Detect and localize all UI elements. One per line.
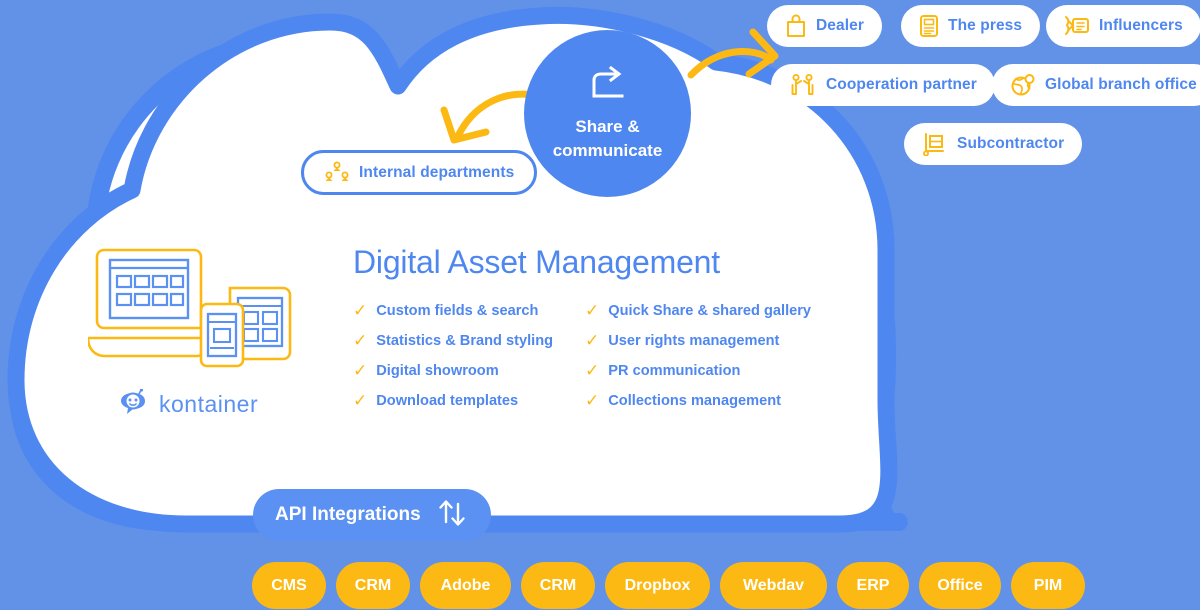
hand-truck-icon [922, 132, 948, 156]
feature-label: Custom fields & search [376, 302, 539, 319]
check-icon: ✓ [585, 301, 600, 320]
devices-illustration [88, 248, 292, 368]
feature-item: ✓ Statistics & Brand styling [353, 330, 585, 351]
pill-integration-label: Webdav [742, 576, 805, 594]
pill-dealer[interactable]: Dealer [767, 5, 882, 47]
pill-influencers[interactable]: Influencers [1046, 5, 1200, 47]
kontainer-robot-icon [121, 389, 145, 414]
page-title: Digital Asset Management [353, 244, 720, 280]
pill-integration-crm-1[interactable]: CRM [336, 562, 410, 609]
feature-label: Statistics & Brand styling [376, 332, 554, 349]
check-icon: ✓ [353, 391, 368, 410]
feature-label: Quick Share & shared gallery [608, 302, 812, 319]
pill-cooperation-partner[interactable]: Cooperation partner [771, 64, 995, 106]
share-arrow-icon [588, 65, 628, 107]
pill-the-press[interactable]: The press [901, 5, 1041, 47]
pill-subcontractor-label: Subcontractor [957, 135, 1065, 152]
check-icon: ✓ [353, 361, 368, 380]
feature-item: ✓ Digital showroom [353, 360, 585, 381]
pill-internal-departments-label: Internal departments [359, 163, 515, 181]
pill-integration-erp[interactable]: ERP [837, 562, 909, 609]
check-icon: ✓ [585, 331, 600, 350]
org-chart-icon [324, 161, 350, 185]
check-icon: ✓ [353, 301, 368, 320]
feature-label: User rights management [608, 332, 780, 349]
feature-item: ✓ Collections management [585, 390, 811, 411]
megaphone-speech-icon [1064, 14, 1090, 38]
pill-integration-pim[interactable]: PIM [1011, 562, 1085, 609]
pill-api-integrations[interactable]: API Integrations [253, 489, 491, 541]
check-icon: ✓ [353, 331, 368, 350]
globe-pin-icon [1010, 73, 1036, 97]
pill-integration-adobe[interactable]: Adobe [420, 562, 511, 609]
pill-the-press-label: The press [948, 17, 1023, 34]
share-node-label-line2: communicate [552, 141, 663, 160]
feature-item: ✓ User rights management [585, 330, 811, 351]
pill-internal-departments[interactable]: Internal departments [301, 150, 538, 195]
pill-integration-label: Office [937, 576, 983, 594]
feature-label: Download templates [376, 392, 519, 409]
pill-integration-label: CMS [271, 576, 307, 594]
pill-integration-label: Dropbox [624, 576, 691, 594]
feature-item: ✓ Download templates [353, 390, 585, 411]
pill-subcontractor[interactable]: Subcontractor [904, 123, 1083, 165]
pill-global-branch-office-label: Global branch office [1045, 76, 1197, 93]
pill-integration-dropbox[interactable]: Dropbox [605, 562, 710, 609]
two-people-icon [789, 73, 817, 97]
feature-label: PR communication [608, 362, 741, 379]
pill-influencers-label: Influencers [1099, 17, 1183, 34]
feature-item: ✓ Custom fields & search [353, 300, 585, 321]
up-down-arrows-icon [435, 496, 469, 535]
pill-integration-crm-2[interactable]: CRM [521, 562, 595, 609]
feature-item: ✓ Quick Share & shared gallery [585, 300, 811, 321]
pill-integration-label: PIM [1033, 576, 1063, 594]
feature-item: ✓ PR communication [585, 360, 811, 381]
pill-global-branch-office[interactable]: Global branch office [992, 64, 1200, 106]
share-node-label-line1: Share & [575, 116, 640, 136]
shopping-bag-icon [785, 14, 807, 38]
check-icon: ✓ [585, 361, 600, 380]
kontainer-logo: kontainer [118, 389, 258, 419]
pill-cooperation-partner-label: Cooperation partner [826, 76, 977, 93]
pill-integration-label: Adobe [440, 576, 491, 594]
features-list: ✓ Custom fields & search ✓ Quick Share &… [353, 300, 811, 411]
check-icon: ✓ [585, 391, 600, 410]
infographic-canvas: Share & communicate Internal departments… [0, 0, 1200, 610]
pill-integration-label: CRM [539, 576, 577, 594]
pill-integration-label: CRM [354, 576, 392, 594]
pill-api-integrations-label: API Integrations [275, 504, 421, 525]
pill-dealer-label: Dealer [816, 17, 864, 34]
pill-integration-cms[interactable]: CMS [252, 562, 326, 609]
feature-label: Digital showroom [376, 362, 499, 379]
pill-integration-webdav[interactable]: Webdav [720, 562, 827, 609]
feature-label: Collections management [608, 392, 781, 409]
kontainer-wordmark: kontainer [159, 390, 259, 417]
newspaper-icon [919, 14, 939, 38]
pill-integration-office[interactable]: Office [919, 562, 1001, 609]
share-and-communicate-node[interactable]: Share & communicate [524, 30, 691, 197]
pill-integration-label: ERP [856, 576, 890, 594]
